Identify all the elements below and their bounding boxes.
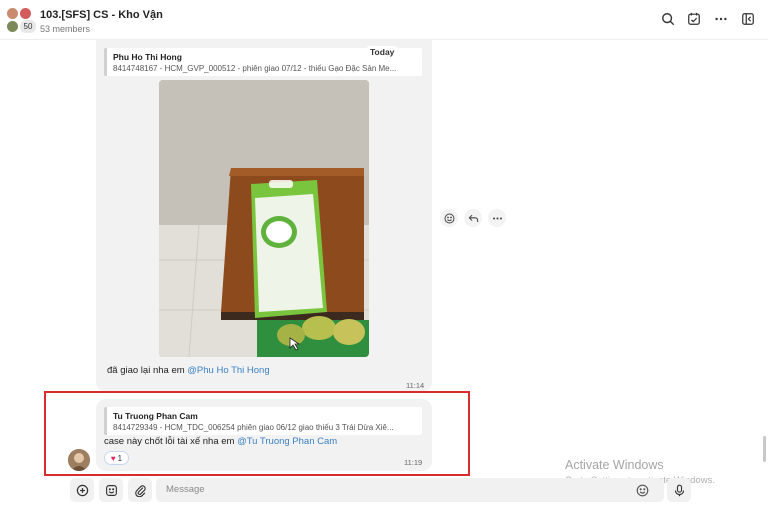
- message-bubble[interactable]: Phu Ho Thi Hong 8414748167 - HCM_GVP_000…: [96, 40, 432, 392]
- chat-title[interactable]: 103.[SFS] CS - Kho Vận: [40, 9, 163, 21]
- emoji-icon[interactable]: [636, 484, 649, 497]
- sidebar-toggle-icon[interactable]: [740, 11, 756, 27]
- message-time: 11:14: [406, 381, 425, 390]
- message-input[interactable]: [156, 478, 664, 502]
- message-body: đã giao lại nha em: [107, 365, 188, 376]
- member-avatar: [6, 20, 19, 33]
- quoted-author: Phu Ho Thi Hong: [113, 52, 182, 62]
- photo-content: [159, 80, 369, 357]
- date-badge: Today: [366, 46, 399, 58]
- member-avatar: [19, 7, 32, 20]
- message-text: đã giao lại nha em @Phu Ho Thi Hong: [107, 365, 270, 376]
- member-avatar: [6, 7, 19, 20]
- member-count[interactable]: 53 members: [40, 24, 90, 34]
- mention-link[interactable]: @Phu Ho Thi Hong: [187, 365, 269, 376]
- quoted-text: 8414748167 - HCM_GVP_000512 - phiên giao…: [113, 64, 397, 73]
- activation-watermark-title: Activate Windows: [565, 458, 664, 472]
- more-icon[interactable]: [488, 209, 506, 227]
- group-avatar[interactable]: 50: [6, 7, 36, 35]
- avatar-count: 50: [20, 20, 36, 33]
- highlight-box: [44, 391, 470, 476]
- more-icon[interactable]: [713, 11, 729, 27]
- search-icon[interactable]: [660, 11, 676, 27]
- scrollbar-thumb[interactable]: [763, 436, 766, 462]
- microphone-icon[interactable]: [667, 478, 691, 502]
- chat-window: 50 103.[SFS] CS - Kho Vận 53 members Phu…: [0, 0, 768, 512]
- message-photo[interactable]: [159, 80, 369, 357]
- attach-icon[interactable]: [128, 478, 152, 502]
- sticker-icon[interactable]: [99, 478, 123, 502]
- task-check-icon[interactable]: [686, 11, 702, 27]
- add-icon[interactable]: [70, 478, 94, 502]
- chat-header: 50 103.[SFS] CS - Kho Vận 53 members: [0, 0, 768, 40]
- emoji-react-icon[interactable]: [440, 209, 458, 227]
- reply-icon[interactable]: [464, 209, 482, 227]
